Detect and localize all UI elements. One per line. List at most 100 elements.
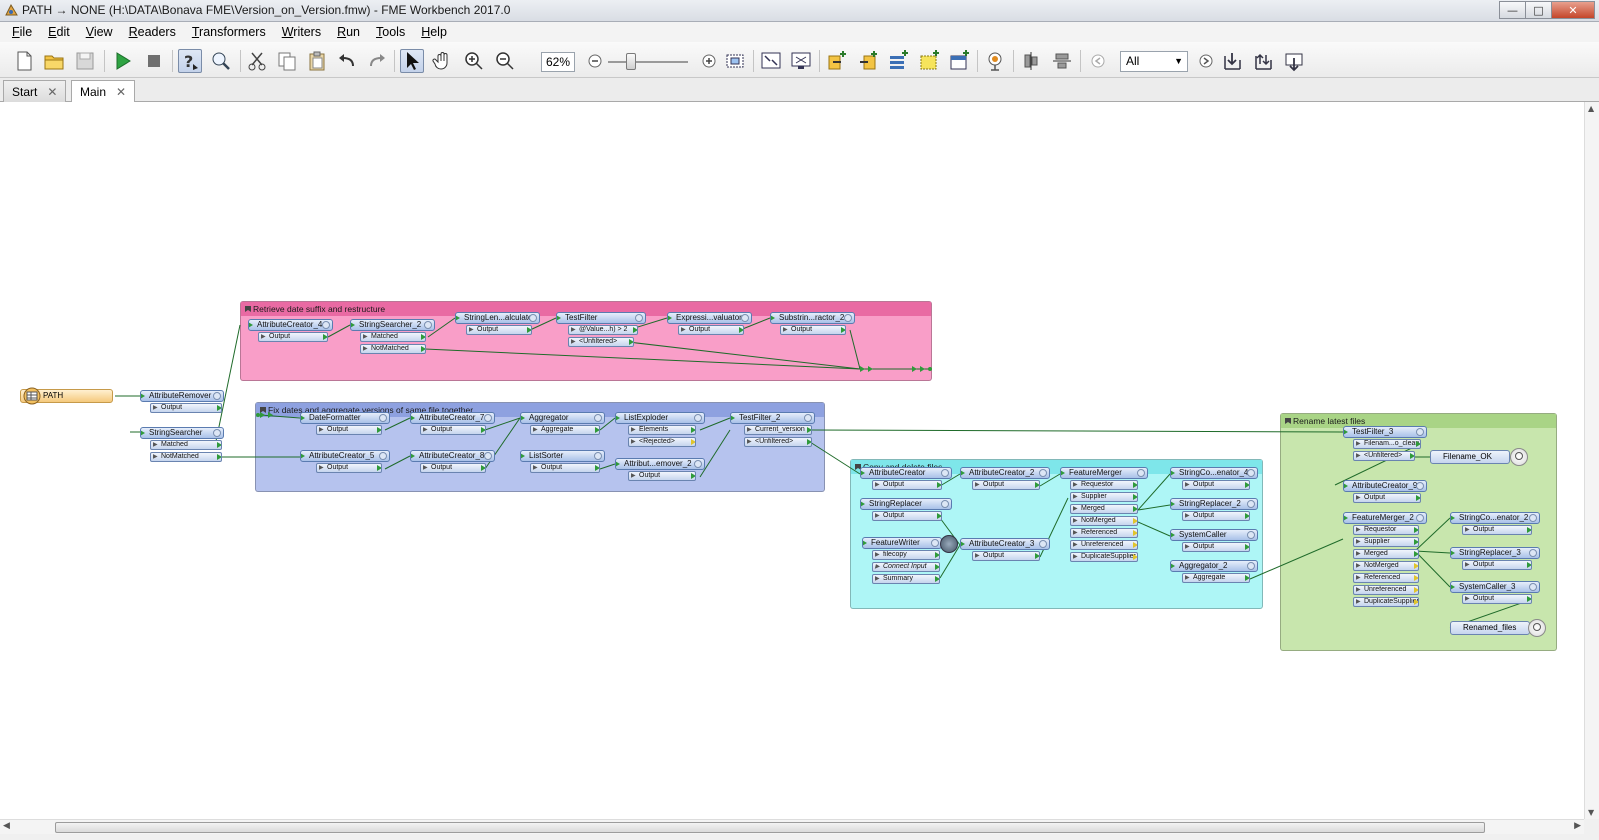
output-port[interactable]: Output: [316, 463, 382, 473]
tab-main[interactable]: Main ✕: [71, 80, 136, 103]
transformer-attributeremover-2[interactable]: Attribut...emover_2: [615, 458, 705, 470]
gear-icon[interactable]: [694, 460, 702, 468]
output-port[interactable]: Output: [1462, 560, 1532, 570]
transformer-expressionevaluator[interactable]: Expressi...valuator: [667, 312, 752, 324]
horizontal-scrollbar[interactable]: ◀ ▶: [0, 819, 1584, 834]
zoom-decrease-icon[interactable]: [583, 49, 607, 73]
gear-icon[interactable]: [1529, 549, 1537, 557]
notmerged-port[interactable]: NotMerged: [1353, 561, 1419, 571]
transformer-aggregator[interactable]: Aggregator: [520, 412, 605, 424]
add-annotation-icon[interactable]: [947, 49, 971, 73]
close-tab-icon[interactable]: ✕: [47, 82, 57, 102]
transformer-stringreplacer-2[interactable]: StringReplacer_2: [1170, 498, 1258, 510]
summary-port[interactable]: Summary: [872, 574, 940, 584]
zoom-slider-thumb[interactable]: [626, 53, 636, 70]
filter-port[interactable]: @Value...h) > 2: [568, 325, 638, 335]
gear-icon[interactable]: [594, 452, 602, 460]
transformer-testfilter-2[interactable]: TestFilter_2: [730, 412, 815, 424]
unreferenced-port[interactable]: Unreferenced: [1353, 585, 1419, 595]
transformer-attributecreator-5[interactable]: AttributeCreator_5: [300, 450, 390, 462]
reader-path[interactable]: PATH: [20, 387, 113, 405]
output-port[interactable]: Output: [466, 325, 532, 335]
gear-icon[interactable]: [594, 414, 602, 422]
gear-icon[interactable]: [1416, 428, 1424, 436]
gear-icon[interactable]: [1247, 500, 1255, 508]
requestor-port[interactable]: Requestor: [1070, 480, 1138, 490]
duplicatesupplier-port[interactable]: DuplicateSupplier: [1353, 597, 1419, 607]
zoom-out-icon[interactable]: [493, 49, 517, 73]
transformer-testfilter-3[interactable]: TestFilter_3: [1343, 426, 1427, 438]
gear-icon[interactable]: [1247, 562, 1255, 570]
menu-file[interactable]: File: [4, 22, 40, 42]
referenced-port[interactable]: Referenced: [1353, 573, 1419, 583]
transformer-attributecreator-8[interactable]: AttributeCreator_8: [410, 450, 495, 462]
output-port[interactable]: Output: [872, 511, 942, 521]
transformer-featurewriter[interactable]: FeatureWriter: [862, 537, 942, 549]
current-version-port[interactable]: Current_version: [744, 425, 812, 435]
transformer-attributecreator[interactable]: AttributeCreator: [860, 467, 952, 479]
menu-run[interactable]: Run: [329, 22, 368, 42]
gear-icon[interactable]: [379, 452, 387, 460]
stop-icon[interactable]: [142, 49, 166, 73]
gear-icon[interactable]: [1416, 482, 1424, 490]
gear-icon[interactable]: [322, 321, 330, 329]
notmatched-port[interactable]: NotMatched: [360, 344, 426, 354]
pan-hand-icon[interactable]: [431, 49, 455, 73]
requestor-port[interactable]: Requestor: [1353, 525, 1419, 535]
scroll-right-icon[interactable]: ▶: [1574, 821, 1581, 831]
gear-icon[interactable]: [941, 469, 949, 477]
transformer-testfilter[interactable]: TestFilter: [556, 312, 646, 324]
referenced-port[interactable]: Referenced: [1070, 528, 1138, 538]
transformer-stringsearcher[interactable]: StringSearcher: [140, 427, 224, 439]
aggregate-port[interactable]: Aggregate: [530, 425, 600, 435]
redo-icon[interactable]: [365, 49, 389, 73]
close-tab-icon[interactable]: ✕: [116, 82, 126, 102]
gear-icon[interactable]: [484, 452, 492, 460]
transformer-attributecreator-2[interactable]: AttributeCreator_2: [960, 467, 1050, 479]
unreferenced-port[interactable]: Unreferenced: [1070, 540, 1138, 550]
transformer-stringreplacer[interactable]: StringReplacer: [860, 498, 952, 510]
fit-to-window-icon[interactable]: [759, 49, 783, 73]
gear-icon[interactable]: [1039, 540, 1047, 548]
writer-filename-ok[interactable]: Filename_OK: [1430, 450, 1510, 464]
output-port[interactable]: Output: [1462, 525, 1532, 535]
close-button[interactable]: ✕: [1551, 1, 1595, 19]
matched-port[interactable]: Matched: [360, 332, 426, 342]
output-port[interactable]: Output: [420, 463, 486, 473]
transformer-stringreplacer-3[interactable]: StringReplacer_3: [1450, 547, 1540, 559]
prompt-parameters-icon[interactable]: ?: [178, 49, 202, 73]
add-writer-icon[interactable]: [856, 49, 880, 73]
transformer-systemcaller-3[interactable]: SystemCaller_3: [1450, 581, 1540, 593]
matched-port[interactable]: Matched: [150, 440, 222, 450]
inspect-magnifier-icon[interactable]: [1510, 448, 1528, 466]
vertical-scrollbar[interactable]: ▲ ▼: [1584, 102, 1599, 819]
filename-no-clean-port[interactable]: Filenam...o_clean: [1353, 439, 1421, 449]
zoom-level-field[interactable]: 62%: [541, 52, 575, 72]
output-port[interactable]: Output: [1353, 493, 1421, 503]
connect-input-port[interactable]: Connect Input: [872, 562, 940, 572]
scroll-down-icon[interactable]: ▼: [1588, 808, 1594, 817]
gear-icon[interactable]: [741, 314, 749, 322]
minimize-button[interactable]: —: [1499, 1, 1526, 19]
duplicatesupplier-port[interactable]: DuplicateSupplier: [1070, 552, 1138, 562]
scroll-left-icon[interactable]: ◀: [3, 821, 10, 831]
gear-icon[interactable]: [1529, 514, 1537, 522]
import-feature-types-icon[interactable]: [1220, 49, 1244, 73]
inspect-data-icon[interactable]: [983, 49, 1007, 73]
menu-help[interactable]: Help: [413, 22, 455, 42]
gear-icon[interactable]: [1529, 583, 1537, 591]
paste-icon[interactable]: [305, 49, 329, 73]
new-file-icon[interactable]: [12, 49, 36, 73]
export-feature-types-icon[interactable]: [1282, 49, 1306, 73]
supplier-port[interactable]: Supplier: [1353, 537, 1419, 547]
feature-inspect-icon[interactable]: [209, 49, 233, 73]
add-reader-icon[interactable]: [825, 49, 849, 73]
transformer-attributeremover[interactable]: AttributeRemover: [140, 390, 224, 402]
output-port[interactable]: Output: [1182, 480, 1250, 490]
supplier-port[interactable]: Supplier: [1070, 492, 1138, 502]
menu-readers[interactable]: Readers: [121, 22, 184, 42]
horizontal-scroll-thumb[interactable]: [55, 822, 1485, 833]
transformer-attributecreator-3[interactable]: AttributeCreator_3: [960, 538, 1050, 550]
rejected-port[interactable]: <Rejected>: [628, 437, 696, 447]
menu-writers[interactable]: Writers: [274, 22, 329, 42]
